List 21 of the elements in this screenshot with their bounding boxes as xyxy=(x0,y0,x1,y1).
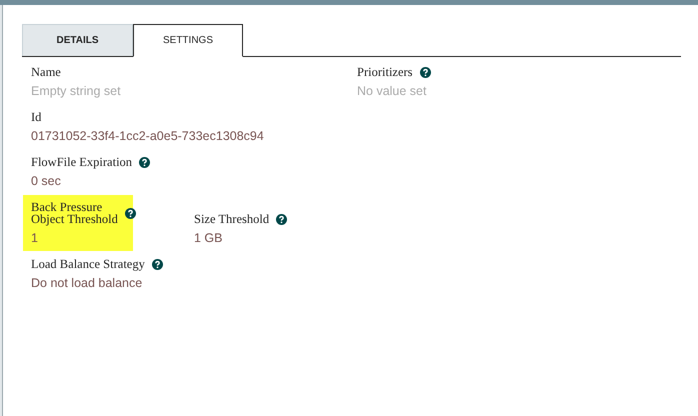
tab[interactable]: DETAILS xyxy=(22,24,133,56)
field-label: Size Threshold xyxy=(194,213,270,225)
field-label: Name xyxy=(31,66,61,78)
field-value: 0 sec xyxy=(31,173,62,190)
help-icon[interactable] xyxy=(139,156,150,168)
help-icon[interactable] xyxy=(152,258,163,270)
field-value: Empty string set xyxy=(31,83,121,100)
field-value: No value set xyxy=(357,83,428,100)
field-label: Id xyxy=(31,111,42,123)
help-icon[interactable] xyxy=(420,66,431,78)
field-label: Prioritizers xyxy=(357,66,413,78)
field-value: 1 xyxy=(31,230,39,247)
field-value: Do not load balance xyxy=(31,275,144,292)
field-label: FlowFile Expiration xyxy=(31,156,132,168)
help-icon[interactable] xyxy=(276,214,288,224)
tab[interactable]: SETTINGS xyxy=(133,24,243,57)
field-label: Back Pressure Object Threshold xyxy=(31,201,118,225)
field-value: 01731052-33f4-1cc2-a0e5-733ec1308c94 xyxy=(31,128,264,145)
field-value: 1 GB xyxy=(194,230,224,247)
field-label: Load Balance Strategy xyxy=(31,258,145,270)
help-icon[interactable] xyxy=(124,208,136,218)
